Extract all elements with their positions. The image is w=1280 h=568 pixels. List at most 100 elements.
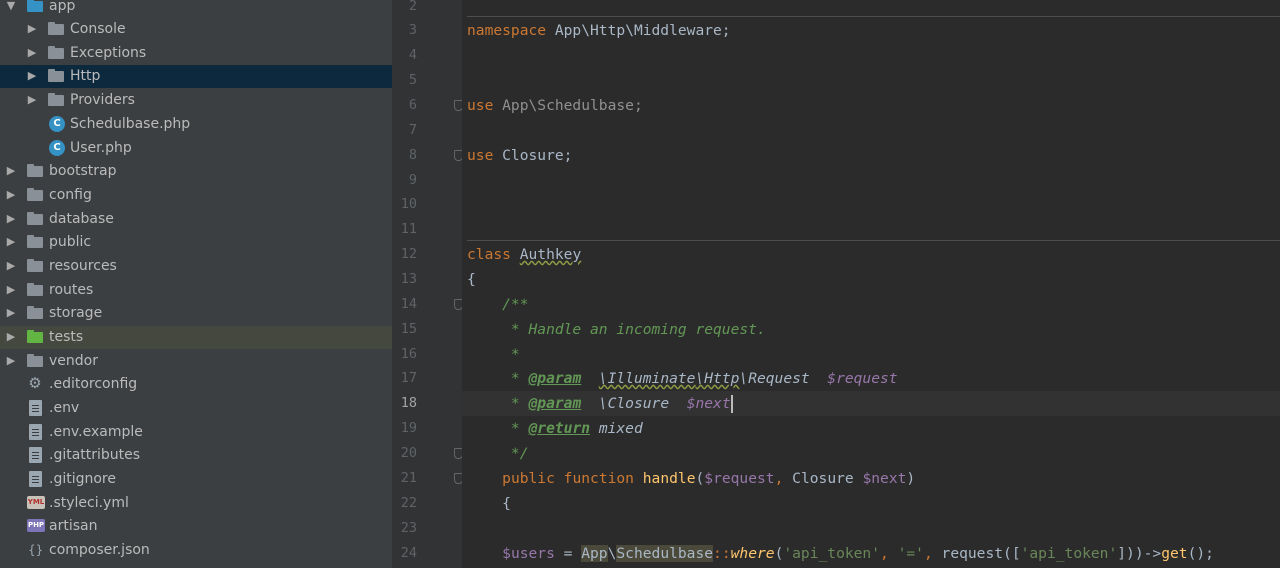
tree-item-routes[interactable]: ▶ routes xyxy=(0,279,392,302)
gitignore-file-icon xyxy=(29,471,42,487)
doc-type: \Request xyxy=(739,370,810,387)
chevron-right-icon[interactable]: ▶ xyxy=(5,353,17,369)
tree-item-artisan[interactable]: PHP artisan xyxy=(0,515,392,538)
folder-icon xyxy=(27,164,43,177)
chevron-right-icon[interactable]: ▶ xyxy=(26,92,38,108)
tree-item-config[interactable]: ▶ config xyxy=(0,184,392,207)
tree-item-editorconfig[interactable]: ⚙ .editorconfig xyxy=(0,373,392,396)
punctuation: , xyxy=(880,545,898,562)
code-editor[interactable]: namespace App\Http\Middleware; use App\S… xyxy=(462,0,1280,568)
line-number: 24 xyxy=(400,545,417,561)
line-number: 11 xyxy=(400,221,417,237)
tree-item-user-php[interactable]: C User.php xyxy=(0,137,392,160)
chevron-right-icon[interactable]: ▶ xyxy=(26,68,38,84)
line-number: 17 xyxy=(400,370,417,386)
type-name: Closure xyxy=(792,470,854,487)
class-name: Authkey xyxy=(519,246,582,263)
json-file-icon: {} xyxy=(28,543,44,557)
line-number: 13 xyxy=(400,271,417,287)
punctuation: ]))-> xyxy=(1117,545,1162,562)
folder-icon xyxy=(27,212,43,225)
punctuation: :: xyxy=(713,545,731,562)
code-line-6: use App\Schedulbase; xyxy=(467,93,643,118)
tree-item-gitignore[interactable]: .gitignore xyxy=(0,468,392,491)
chevron-right-icon[interactable]: ▶ xyxy=(5,163,17,179)
tree-item-app[interactable]: ▼ app xyxy=(0,0,392,18)
chevron-right-icon[interactable]: ▶ xyxy=(5,187,17,203)
doc-type: \Http xyxy=(695,370,740,387)
folder-icon xyxy=(48,93,64,106)
method-call: get xyxy=(1161,545,1188,562)
tree-item-public[interactable]: ▶ public xyxy=(0,231,392,254)
line-number: 12 xyxy=(400,246,417,262)
doc-comment-star: * xyxy=(467,420,529,437)
tree-item-env[interactable]: .env xyxy=(0,397,392,420)
line-number: 23 xyxy=(400,520,417,536)
tree-item-label: composer.json xyxy=(49,542,150,558)
folder-icon xyxy=(27,283,43,296)
chevron-right-icon[interactable]: ▶ xyxy=(26,45,38,61)
tree-item-providers[interactable]: ▶ Providers xyxy=(0,89,392,112)
tree-item-console[interactable]: ▶ Console xyxy=(0,18,392,41)
tree-item-database[interactable]: ▶ database xyxy=(0,208,392,231)
tree-item-storage[interactable]: ▶ storage xyxy=(0,302,392,325)
code-text: App\Schedulbase; xyxy=(493,97,643,114)
tree-item-label: Http xyxy=(70,68,101,84)
chevron-down-icon[interactable]: ▼ xyxy=(5,0,17,14)
chevron-right-icon[interactable]: ▶ xyxy=(5,234,17,250)
line-number: 5 xyxy=(408,72,417,88)
tree-item-label: Console xyxy=(70,21,126,37)
tree-item-exceptions[interactable]: ▶ Exceptions xyxy=(0,42,392,65)
code-line-12: class Authkey xyxy=(467,242,581,267)
tree-item-label: User.php xyxy=(70,140,132,156)
chevron-right-icon[interactable]: ▶ xyxy=(5,258,17,274)
method-separator xyxy=(467,16,1280,17)
tree-item-label: routes xyxy=(49,282,94,298)
tree-item-vendor[interactable]: ▶ vendor xyxy=(0,350,392,373)
text-file-icon xyxy=(29,400,42,416)
text-caret xyxy=(730,395,733,413)
tree-item-label: public xyxy=(49,234,92,250)
chevron-right-icon[interactable]: ▶ xyxy=(5,329,17,345)
chevron-right-icon[interactable]: ▶ xyxy=(26,21,38,37)
folder-icon xyxy=(27,188,43,201)
tree-item-bootstrap[interactable]: ▶ bootstrap xyxy=(0,160,392,183)
doc-variable: $request xyxy=(827,370,898,387)
php-file-icon: PHP xyxy=(27,519,45,532)
line-number: 16 xyxy=(400,346,417,362)
doc-tag: @param xyxy=(528,395,582,412)
tree-item-http[interactable]: ▶ Http xyxy=(0,65,392,88)
doc-variable: $next xyxy=(686,395,731,412)
chevron-right-icon[interactable]: ▶ xyxy=(5,305,17,321)
tree-item-env-example[interactable]: .env.example xyxy=(0,421,392,444)
tree-item-resources[interactable]: ▶ resources xyxy=(0,255,392,278)
tree-item-schedulbase-php[interactable]: C Schedulbase.php xyxy=(0,113,392,136)
punctuation: ( xyxy=(695,470,705,487)
yml-file-icon: YML xyxy=(27,496,45,509)
editor-gutter: 2 3 4 5 6 7 8 9 10 11 12 13 14 15 16 17 … xyxy=(392,0,463,568)
line-number: 3 xyxy=(408,22,417,38)
chevron-right-icon[interactable]: ▶ xyxy=(5,282,17,298)
tree-item-gitattributes[interactable]: .gitattributes xyxy=(0,444,392,467)
function-call: request([ xyxy=(941,545,1021,562)
line-number: 21 xyxy=(400,470,417,486)
tree-item-composer-json[interactable]: {} composer.json xyxy=(0,539,392,562)
folder-icon xyxy=(27,0,43,12)
tree-item-label: .styleci.yml xyxy=(49,495,129,511)
line-number: 15 xyxy=(400,321,417,337)
variable: $users xyxy=(502,545,555,562)
line-number: 22 xyxy=(400,495,417,511)
tree-item-label: Schedulbase.php xyxy=(70,116,191,132)
php-class-icon: C xyxy=(49,140,65,156)
tree-item-label: .env xyxy=(49,400,80,416)
line-number: 20 xyxy=(400,445,417,461)
chevron-right-icon[interactable]: ▶ xyxy=(5,211,17,227)
tree-item-tests[interactable]: ▶ tests xyxy=(0,326,392,349)
tree-item-label: tests xyxy=(49,329,84,345)
gear-icon: ⚙ xyxy=(28,374,42,392)
tree-item-styleci-yml[interactable]: YML .styleci.yml xyxy=(0,492,392,515)
code-line-19: * @return mixed xyxy=(467,416,643,441)
tree-item-label: Providers xyxy=(70,92,135,108)
punctuation: (); xyxy=(1187,545,1214,562)
line-number: 19 xyxy=(400,420,417,436)
